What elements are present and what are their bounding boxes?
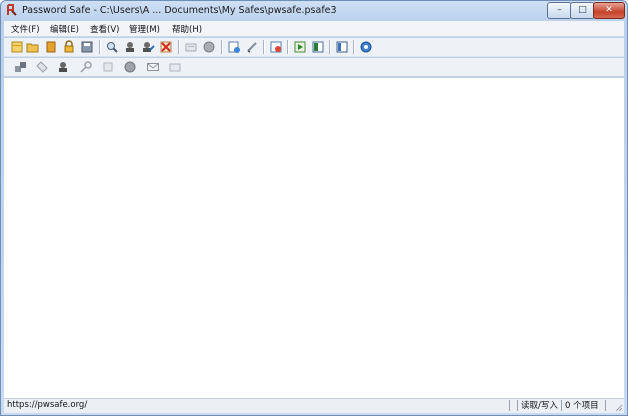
- toolbar-separator: [178, 40, 180, 54]
- menu-view[interactable]: 查看(V): [90, 23, 119, 35]
- minimize-icon: –: [557, 5, 562, 15]
- note-icon[interactable]: [101, 60, 115, 74]
- expand-all-icon[interactable]: [269, 40, 283, 54]
- toolbar-separator: [263, 40, 265, 54]
- password-safe-logo-icon: [7, 4, 17, 16]
- find-icon[interactable]: [105, 40, 119, 54]
- minimize-button[interactable]: –: [547, 2, 572, 19]
- close-icon: ✕: [605, 5, 613, 15]
- delete-entry-icon[interactable]: [159, 40, 173, 54]
- lock-database-icon[interactable]: [62, 40, 76, 54]
- autotype-icon[interactable]: [245, 40, 259, 54]
- status-mode: 读取/写入: [517, 400, 561, 411]
- window-title: Password Safe - C:\Users\A ... Documents…: [22, 5, 337, 16]
- tag-icon[interactable]: [35, 60, 49, 74]
- users-icon[interactable]: [56, 60, 70, 74]
- key-icon[interactable]: [79, 60, 93, 74]
- clear-clipboard-icon[interactable]: [202, 40, 216, 54]
- email-icon[interactable]: [146, 60, 160, 74]
- main-toolbar: [4, 38, 624, 57]
- menu-file[interactable]: 文件(F): [11, 23, 40, 35]
- new-database-icon[interactable]: [10, 40, 24, 54]
- add-entry-icon[interactable]: [123, 40, 137, 54]
- entry-list-area[interactable]: [4, 77, 624, 398]
- help-icon[interactable]: [359, 40, 373, 54]
- maximize-icon: □: [578, 5, 587, 15]
- run-command-icon[interactable]: [168, 60, 182, 74]
- menu-help[interactable]: 帮助(H): [172, 23, 202, 35]
- toolbar-separator: [329, 40, 331, 54]
- toolbar-separator: [221, 40, 223, 54]
- save-icon[interactable]: [80, 40, 94, 54]
- title-bar[interactable]: Password Safe - C:\Users\A ... Documents…: [1, 1, 627, 20]
- status-end-cell: [605, 400, 613, 411]
- globe-icon[interactable]: [123, 60, 137, 74]
- app-window: Password Safe - C:\Users\A ... Documents…: [0, 0, 628, 416]
- edit-entry-icon[interactable]: [141, 40, 155, 54]
- close-database-icon[interactable]: [44, 40, 58, 54]
- status-url: https://pwsafe.org/: [7, 400, 88, 410]
- entry-toolbar: [4, 58, 624, 76]
- toolbar-separator: [99, 40, 101, 54]
- status-bar: https://pwsafe.org/ 读取/写入 0 个项目: [4, 398, 624, 413]
- maximize-button[interactable]: □: [570, 2, 595, 19]
- toolbar-separator: [353, 40, 355, 54]
- add-group-icon[interactable]: [14, 60, 28, 74]
- collapse-all-icon[interactable]: [293, 40, 307, 54]
- window-view-icon[interactable]: [335, 40, 349, 54]
- menu-edit[interactable]: 编辑(E): [50, 23, 79, 35]
- menu-bar: 文件(F) 编辑(E) 查看(V) 管理(M) 帮助(H): [4, 21, 624, 37]
- resize-grip-icon[interactable]: [614, 403, 623, 412]
- toolbar-separator: [287, 40, 289, 54]
- copy-password-icon[interactable]: [184, 40, 198, 54]
- browse-url-icon[interactable]: [227, 40, 241, 54]
- open-database-icon[interactable]: [26, 40, 40, 54]
- menu-manage[interactable]: 管理(M): [129, 23, 160, 35]
- close-button[interactable]: ✕: [593, 2, 625, 19]
- options-icon[interactable]: [311, 40, 325, 54]
- status-count: 0 个项目: [561, 400, 605, 411]
